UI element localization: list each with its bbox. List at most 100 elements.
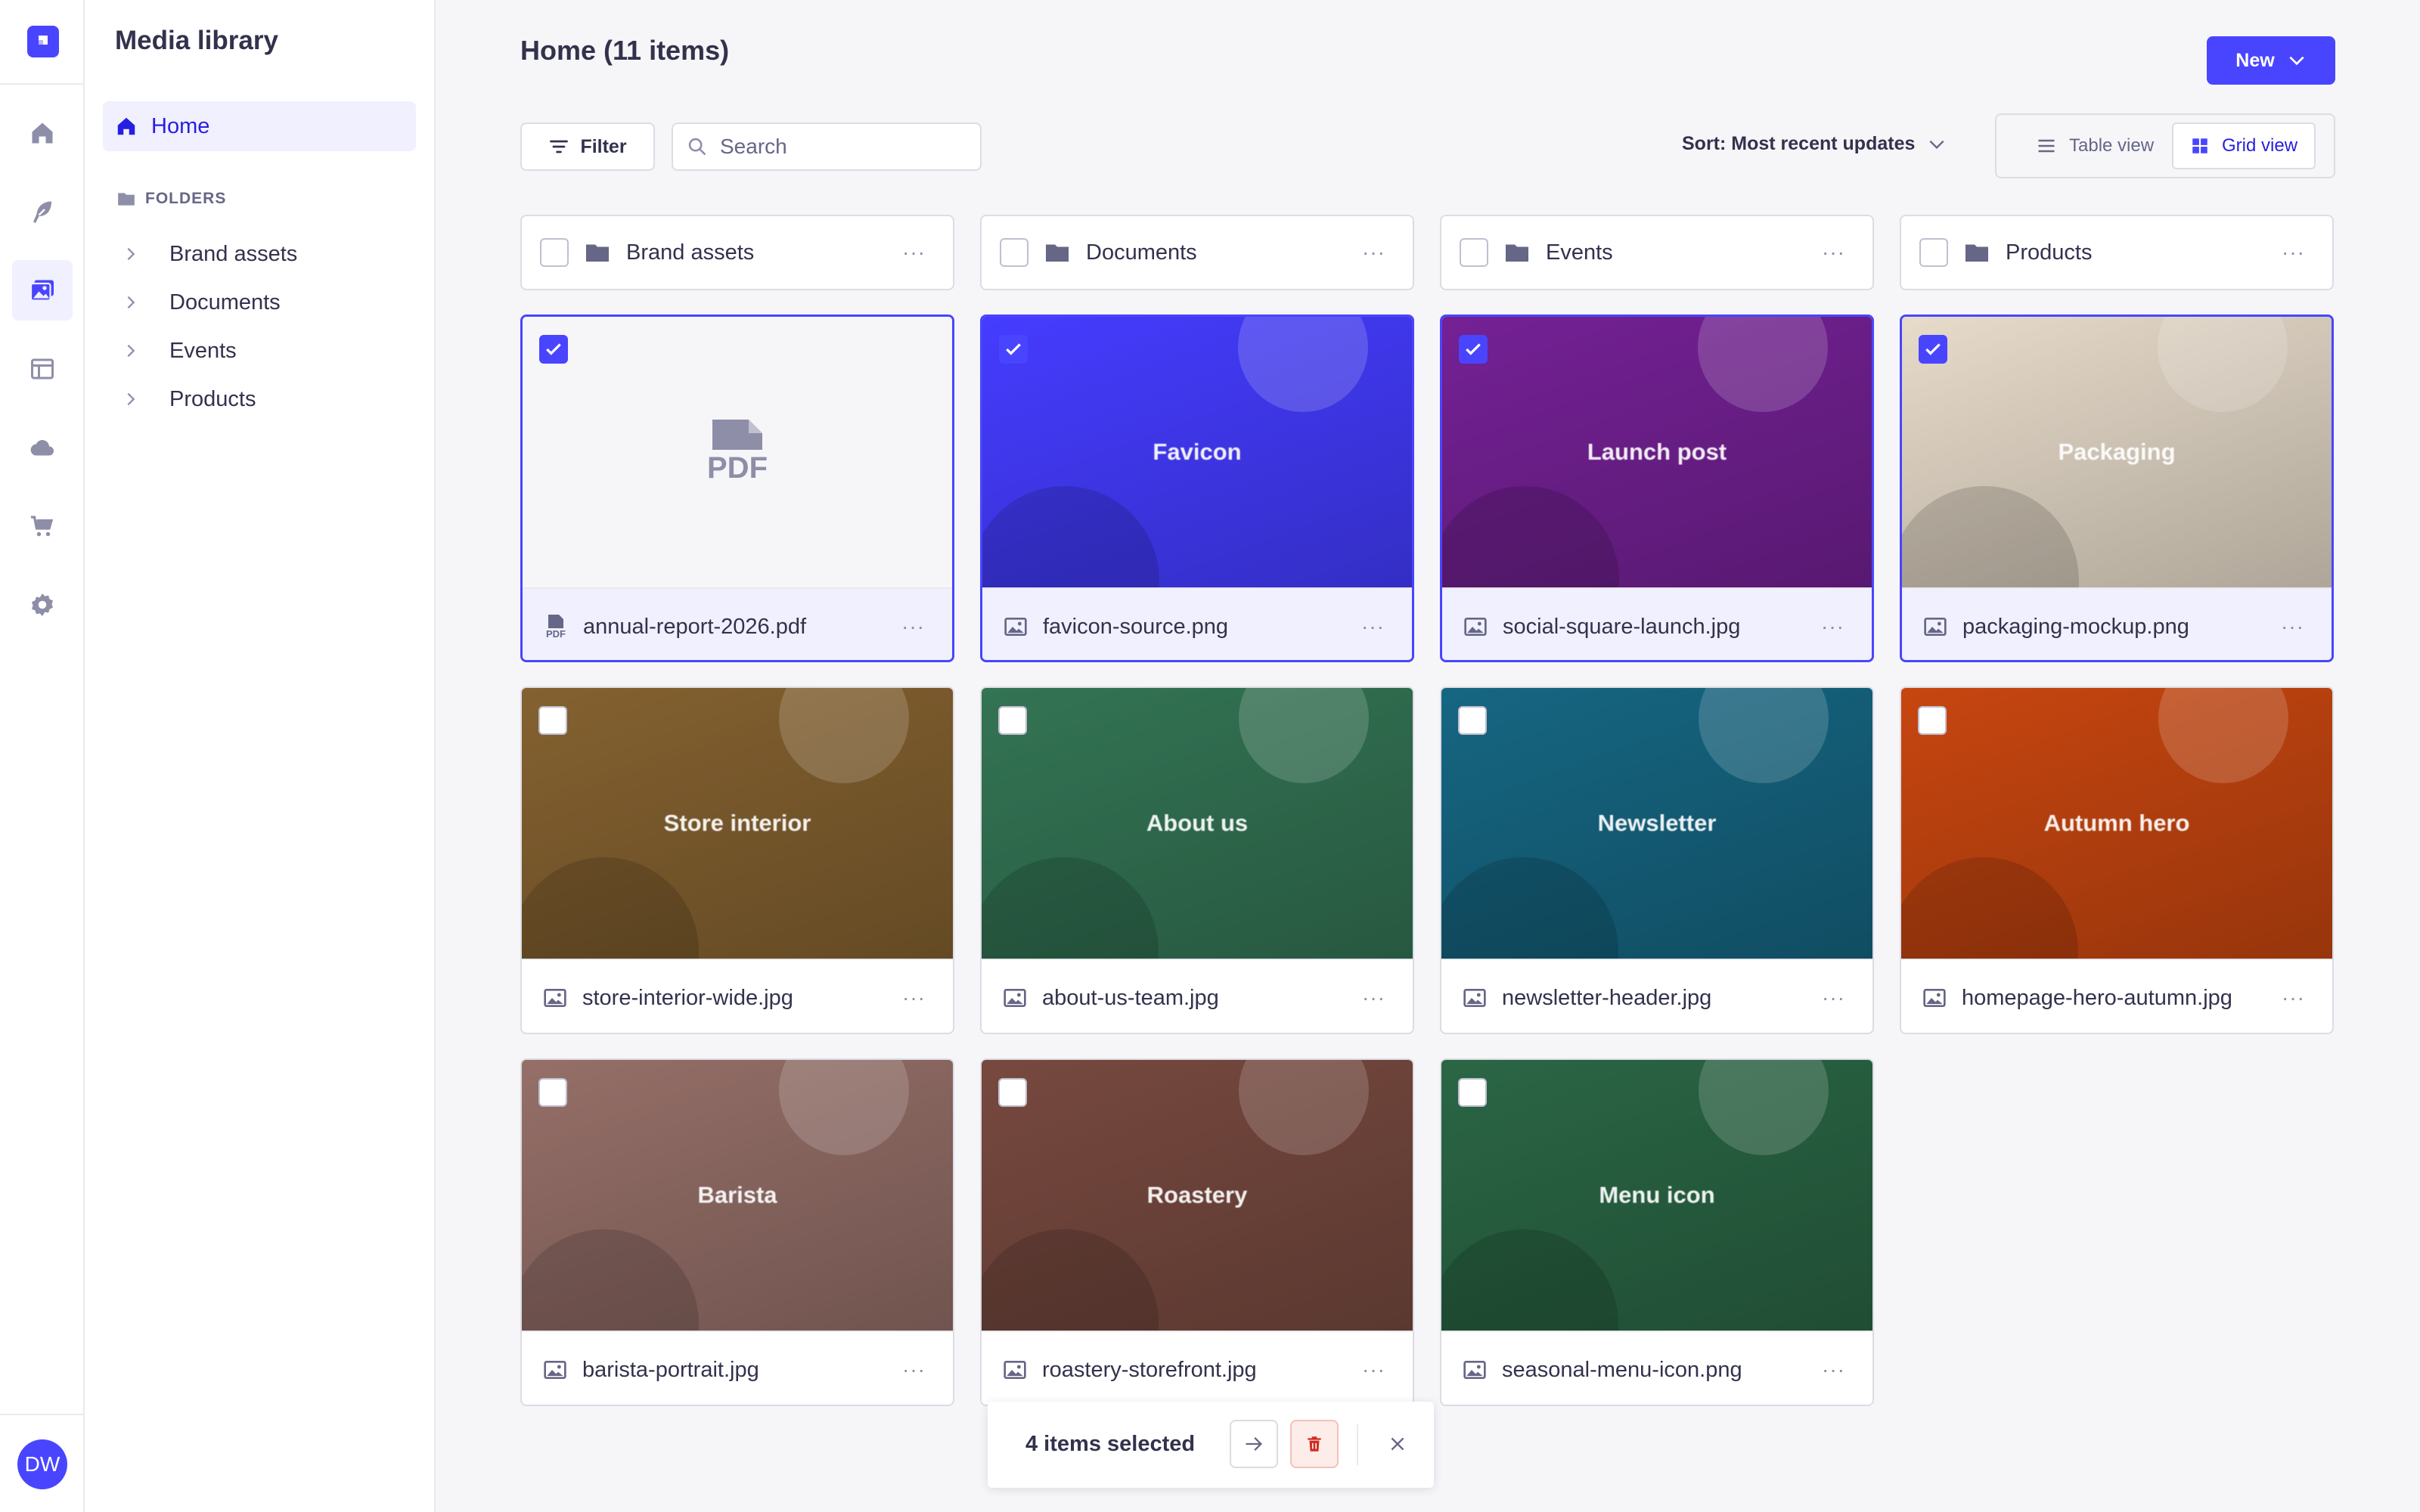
more-actions-button[interactable]: ··· xyxy=(1822,1358,1845,1382)
more-actions-button[interactable]: ··· xyxy=(902,240,926,265)
chevron-right-icon xyxy=(127,344,135,358)
image-file-icon xyxy=(1463,989,1486,1007)
asset-card[interactable]: Autumn hero homepage-hero-autumn.jpg ··· xyxy=(1900,686,2334,1034)
asset-footer: PDF annual-report-2026.pdf ··· xyxy=(523,587,952,660)
clear-selection-button[interactable] xyxy=(1373,1420,1422,1468)
check-icon xyxy=(1466,343,1481,355)
asset-preview[interactable]: About us xyxy=(982,688,1413,959)
asset-preview[interactable]: Barista xyxy=(522,1060,953,1331)
more-actions-button[interactable]: ··· xyxy=(1821,615,1844,639)
asset-card[interactable]: PDF PDF annual-report-2026.pdf ··· xyxy=(520,314,954,662)
user-avatar[interactable]: DW xyxy=(17,1439,67,1489)
more-actions-button[interactable]: ··· xyxy=(1362,986,1385,1010)
asset-footer: homepage-hero-autumn.jpg ··· xyxy=(1901,959,2332,1033)
more-actions-button[interactable]: ··· xyxy=(1822,240,1845,265)
asset-checkbox[interactable] xyxy=(538,706,567,735)
move-button[interactable] xyxy=(1230,1420,1278,1468)
asset-filename: seasonal-menu-icon.png xyxy=(1502,1357,1742,1382)
asset-card[interactable]: Store interior store-interior-wide.jpg ··· xyxy=(520,686,954,1034)
folder-checkbox[interactable] xyxy=(1000,238,1028,267)
asset-preview[interactable]: Menu icon xyxy=(1441,1060,1872,1331)
more-actions-button[interactable]: ··· xyxy=(901,615,925,639)
more-actions-button[interactable]: ··· xyxy=(902,986,926,1010)
asset-preview[interactable]: Roastery xyxy=(982,1060,1413,1331)
asset-card[interactable]: Favicon favicon-source.png ··· xyxy=(980,314,1414,662)
asset-checkbox[interactable] xyxy=(539,335,568,364)
asset-preview[interactable]: PDF xyxy=(523,317,952,587)
more-actions-button[interactable]: ··· xyxy=(1362,1358,1385,1382)
subnav-folder-products[interactable]: Products xyxy=(123,384,256,414)
subnav-item-home[interactable]: Home xyxy=(103,101,416,151)
rail-settings[interactable] xyxy=(12,575,73,635)
asset-checkbox[interactable] xyxy=(1919,335,1947,364)
asset-checkbox[interactable] xyxy=(998,706,1027,735)
app-logo[interactable] xyxy=(27,26,59,57)
chevron-right-icon xyxy=(127,296,135,309)
new-button[interactable]: New xyxy=(2207,36,2335,85)
asset-checkbox[interactable] xyxy=(1459,335,1488,364)
subnav-folder-documents[interactable]: Documents xyxy=(123,287,281,318)
check-icon xyxy=(1925,343,1941,355)
asset-checkbox[interactable] xyxy=(998,1078,1027,1107)
asset-card[interactable]: Launch post social-square-launch.jpg ··· xyxy=(1440,314,1874,662)
thumb-caption: Autumn hero xyxy=(2043,810,2190,836)
more-actions-button[interactable]: ··· xyxy=(1822,986,1845,1010)
thumb-caption: Packaging xyxy=(2058,438,2176,465)
asset-card[interactable]: Newsletter newsletter-header.jpg ··· xyxy=(1440,686,1874,1034)
asset-footer: social-square-launch.jpg ··· xyxy=(1442,587,1872,660)
folder-checkbox[interactable] xyxy=(1919,238,1948,267)
filter-button[interactable]: Filter xyxy=(520,122,655,171)
rail-home[interactable] xyxy=(12,103,73,163)
rail-media-library[interactable] xyxy=(12,260,73,321)
more-actions-button[interactable]: ··· xyxy=(2282,240,2305,265)
delete-button[interactable] xyxy=(1290,1420,1339,1468)
folder-card-events[interactable]: Events ··· xyxy=(1440,215,1874,290)
sort-dropdown[interactable]: Sort: Most recent updates xyxy=(1682,133,1947,155)
table-view-button[interactable]: Table view xyxy=(2019,122,2170,169)
search-field[interactable] xyxy=(672,122,982,171)
folder-checkbox[interactable] xyxy=(1460,238,1488,267)
subnav-folder-events[interactable]: Events xyxy=(123,336,237,366)
main-nav-rail: DW xyxy=(0,0,85,1512)
rail-deploy[interactable] xyxy=(12,417,73,478)
image-file-icon xyxy=(1923,989,1946,1007)
more-actions-button[interactable]: ··· xyxy=(902,1358,926,1382)
image-file-icon xyxy=(1004,618,1027,636)
subnav-folder-brand-assets[interactable]: Brand assets xyxy=(123,239,297,269)
grid-view-button[interactable]: Grid view xyxy=(2172,122,2316,169)
rail-bottom-divider xyxy=(0,1414,83,1415)
asset-checkbox[interactable] xyxy=(1458,1078,1487,1107)
asset-preview[interactable]: Packaging xyxy=(1902,317,2332,587)
asset-preview[interactable]: Newsletter xyxy=(1441,688,1872,959)
folder-icon xyxy=(1046,244,1069,262)
asset-checkbox[interactable] xyxy=(999,335,1028,364)
search-input[interactable] xyxy=(720,135,962,159)
image-file-icon xyxy=(1004,1361,1026,1379)
asset-checkbox[interactable] xyxy=(1458,706,1487,735)
asset-card[interactable]: Barista barista-portrait.jpg ··· xyxy=(520,1058,954,1406)
asset-card[interactable]: About us about-us-team.jpg ··· xyxy=(980,686,1414,1034)
asset-card[interactable]: Menu icon seasonal-menu-icon.png ··· xyxy=(1440,1058,1874,1406)
asset-checkbox[interactable] xyxy=(538,1078,567,1107)
folder-checkbox[interactable] xyxy=(540,238,569,267)
rail-marketplace[interactable] xyxy=(12,496,73,556)
asset-preview[interactable]: Favicon xyxy=(982,317,1412,587)
more-actions-button[interactable]: ··· xyxy=(2282,986,2305,1010)
folder-card-products[interactable]: Products ··· xyxy=(1900,215,2334,290)
rail-content-manager[interactable] xyxy=(12,181,73,242)
asset-preview[interactable]: Launch post xyxy=(1442,317,1872,587)
sort-label: Sort: Most recent updates xyxy=(1682,133,1916,154)
asset-card[interactable]: Packaging packaging-mockup.png ··· xyxy=(1900,314,2334,662)
asset-card[interactable]: Roastery roastery-storefront.jpg ··· xyxy=(980,1058,1414,1406)
asset-checkbox[interactable] xyxy=(1918,706,1947,735)
more-actions-button[interactable]: ··· xyxy=(1362,240,1385,265)
rail-content-builder[interactable] xyxy=(12,339,73,399)
folder-card-documents[interactable]: Documents ··· xyxy=(980,215,1414,290)
folder-card-brand-assets[interactable]: Brand assets ··· xyxy=(520,215,954,290)
more-actions-button[interactable]: ··· xyxy=(2281,615,2304,639)
asset-preview[interactable]: Autumn hero xyxy=(1901,688,2332,959)
pdf-file-icon xyxy=(712,419,762,450)
more-actions-button[interactable]: ··· xyxy=(1361,615,1385,639)
feather-icon xyxy=(33,201,51,223)
asset-preview[interactable]: Store interior xyxy=(522,688,953,959)
